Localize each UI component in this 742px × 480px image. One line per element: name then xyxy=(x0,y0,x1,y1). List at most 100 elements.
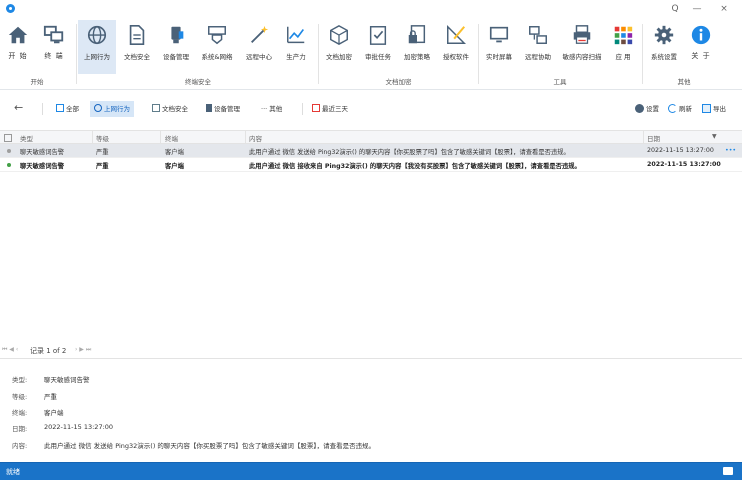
sensitive-scan-button[interactable]: 敏感内容扫描 xyxy=(559,20,605,74)
column-divider[interactable] xyxy=(92,131,93,144)
authorized-software-button[interactable]: 授权软件 xyxy=(438,20,474,74)
remote-desktop-icon xyxy=(529,26,547,44)
detail-terminal-label: 终端: xyxy=(12,409,28,417)
detail-date-value: 2022-11-15 13:27:00 xyxy=(44,423,114,431)
globe-icon xyxy=(87,25,107,45)
printer-scan-icon xyxy=(573,25,591,44)
filter-doc-button[interactable]: 文档安全 xyxy=(148,101,192,117)
group-label-start: 开始 xyxy=(30,78,44,86)
cell-terminal: 客户端 xyxy=(165,149,184,156)
pen-ruler-icon xyxy=(447,24,467,44)
message-icon[interactable] xyxy=(723,467,733,475)
remote-assist-button[interactable]: 远程协助 xyxy=(520,20,556,74)
sort-chevron-down-icon[interactable]: ▼ xyxy=(712,133,717,140)
doc-encryption-button[interactable]: 文档加密 xyxy=(321,20,357,74)
start-button[interactable]: 开 始 xyxy=(4,20,32,74)
filter-more-button[interactable]: ··· 其他 xyxy=(257,101,286,117)
back-arrow-icon[interactable]: ← xyxy=(14,101,23,114)
column-divider[interactable] xyxy=(643,131,644,144)
cell-terminal: 客户端 xyxy=(165,163,184,170)
close-button[interactable]: × xyxy=(717,2,731,16)
column-header-terminal[interactable]: 终端 xyxy=(165,133,178,143)
status-dot xyxy=(7,163,11,167)
calendar-icon xyxy=(312,104,320,112)
cell-content: 此用户通过 微信 发送给 Ping32演示() 的聊天内容【你买股票了吗】包含了… xyxy=(249,149,570,156)
table-row[interactable]: 聊天敏感词告警 严重 客户端 此用户通过 微信 接收来自 Ping32演示() … xyxy=(0,158,742,172)
system-settings-button[interactable]: 系统设置 xyxy=(646,20,682,74)
date-range-button[interactable]: 最近三天 xyxy=(308,101,352,117)
detail-date-label: 日期: xyxy=(12,425,28,433)
globe-icon xyxy=(94,104,102,112)
productivity-button[interactable]: 生产力 xyxy=(280,20,312,74)
monitor-icon xyxy=(489,26,509,43)
magic-wand-icon xyxy=(251,25,269,43)
cell-type: 聊天敏感词告警 xyxy=(20,163,65,170)
encryption-policy-button[interactable]: 加密策略 xyxy=(399,20,435,74)
info-icon xyxy=(691,25,711,45)
terminal-computers-icon xyxy=(43,25,64,44)
export-button[interactable]: 导出 xyxy=(702,101,726,117)
column-divider[interactable] xyxy=(160,131,161,144)
detail-type-value: 聊天敏感词告警 xyxy=(44,376,90,384)
realtime-screen-button[interactable]: 实时屏幕 xyxy=(481,20,517,74)
pager-next-buttons[interactable]: › ▶ ⏭ xyxy=(75,346,91,354)
about-button[interactable]: 关 于 xyxy=(685,20,717,74)
column-header-date[interactable]: 日期 xyxy=(647,133,660,143)
group-label-doc-encryption: 文档加密 xyxy=(385,78,412,86)
refresh-button[interactable]: 刷新 xyxy=(668,101,692,117)
divider xyxy=(42,103,43,115)
pager-record-text: 记录 1 of 2 xyxy=(30,347,67,355)
minimize-button[interactable]: — xyxy=(690,2,704,16)
column-header-level[interactable]: 等级 xyxy=(96,133,109,143)
checklist-icon xyxy=(369,26,387,45)
refresh-icon xyxy=(668,104,677,113)
row-icon-header xyxy=(4,134,12,142)
group-separator xyxy=(478,24,479,84)
filter-bar: ← 全部 上网行为 文档安全 设备管理 ··· 其他 最近三天 设置 刷新 导出 xyxy=(0,98,742,120)
cell-type: 聊天敏感词告警 xyxy=(20,149,65,156)
group-label-other: 其他 xyxy=(677,78,691,86)
system-network-button[interactable]: 系统&网络 xyxy=(197,20,237,74)
filter-device-button[interactable]: 设备管理 xyxy=(202,101,244,117)
remote-center-button[interactable]: 远程中心 xyxy=(241,20,277,74)
group-separator xyxy=(76,24,77,84)
encryption-box-icon xyxy=(330,24,348,46)
search-icon[interactable]: Q xyxy=(668,2,682,16)
shield-network-icon xyxy=(208,26,226,45)
more-options-icon[interactable]: ••• xyxy=(725,147,736,154)
usb-device-icon xyxy=(171,26,184,44)
detail-level-label: 等级: xyxy=(12,393,28,401)
status-text: 就绪 xyxy=(6,468,20,476)
detail-terminal-value: 客户端 xyxy=(44,409,64,417)
status-dot xyxy=(7,149,11,153)
group-label-tools: 工具 xyxy=(553,78,567,86)
gear-icon xyxy=(635,104,644,113)
title-bar: Q — × xyxy=(0,0,742,18)
column-header-type[interactable]: 类型 xyxy=(20,133,33,143)
settings-button[interactable]: 设置 xyxy=(635,101,659,117)
approval-task-button[interactable]: 审批任务 xyxy=(360,20,396,74)
pager: ⏮ ◀ ‹ 记录 1 of 2 › ▶ ⏭ xyxy=(0,343,742,359)
table-row[interactable]: 聊天敏感词告警 严重 客户端 此用户通过 微信 发送给 Ping32演示() 的… xyxy=(0,144,742,158)
group-separator xyxy=(318,24,319,84)
apps-button[interactable]: 应 用 xyxy=(608,20,638,74)
line-chart-icon xyxy=(287,26,305,44)
document-icon xyxy=(129,25,145,45)
calendar-icon xyxy=(56,104,64,112)
web-behavior-button[interactable]: 上网行为 xyxy=(78,20,116,74)
terminal-button[interactable]: 终 端 xyxy=(38,20,70,74)
home-icon xyxy=(8,26,28,44)
device-management-button[interactable]: 设备管理 xyxy=(158,20,194,74)
cell-date: 2022-11-15 13:27:00 xyxy=(647,147,714,154)
detail-content-label: 内容: xyxy=(12,442,28,450)
column-header-content[interactable]: 内容 xyxy=(249,133,262,143)
detail-level-value: 严重 xyxy=(44,393,57,401)
table-header: 类型 等级 终端 内容 日期 ▼ xyxy=(0,130,742,144)
pager-prev-buttons[interactable]: ⏮ ◀ ‹ xyxy=(2,346,18,354)
filter-all-button[interactable]: 全部 xyxy=(52,101,83,117)
document-security-button[interactable]: 文档安全 xyxy=(119,20,155,74)
filter-web-button[interactable]: 上网行为 xyxy=(90,101,134,117)
column-divider[interactable] xyxy=(245,131,246,144)
apps-grid-icon xyxy=(614,26,633,45)
lock-document-icon xyxy=(408,25,426,44)
